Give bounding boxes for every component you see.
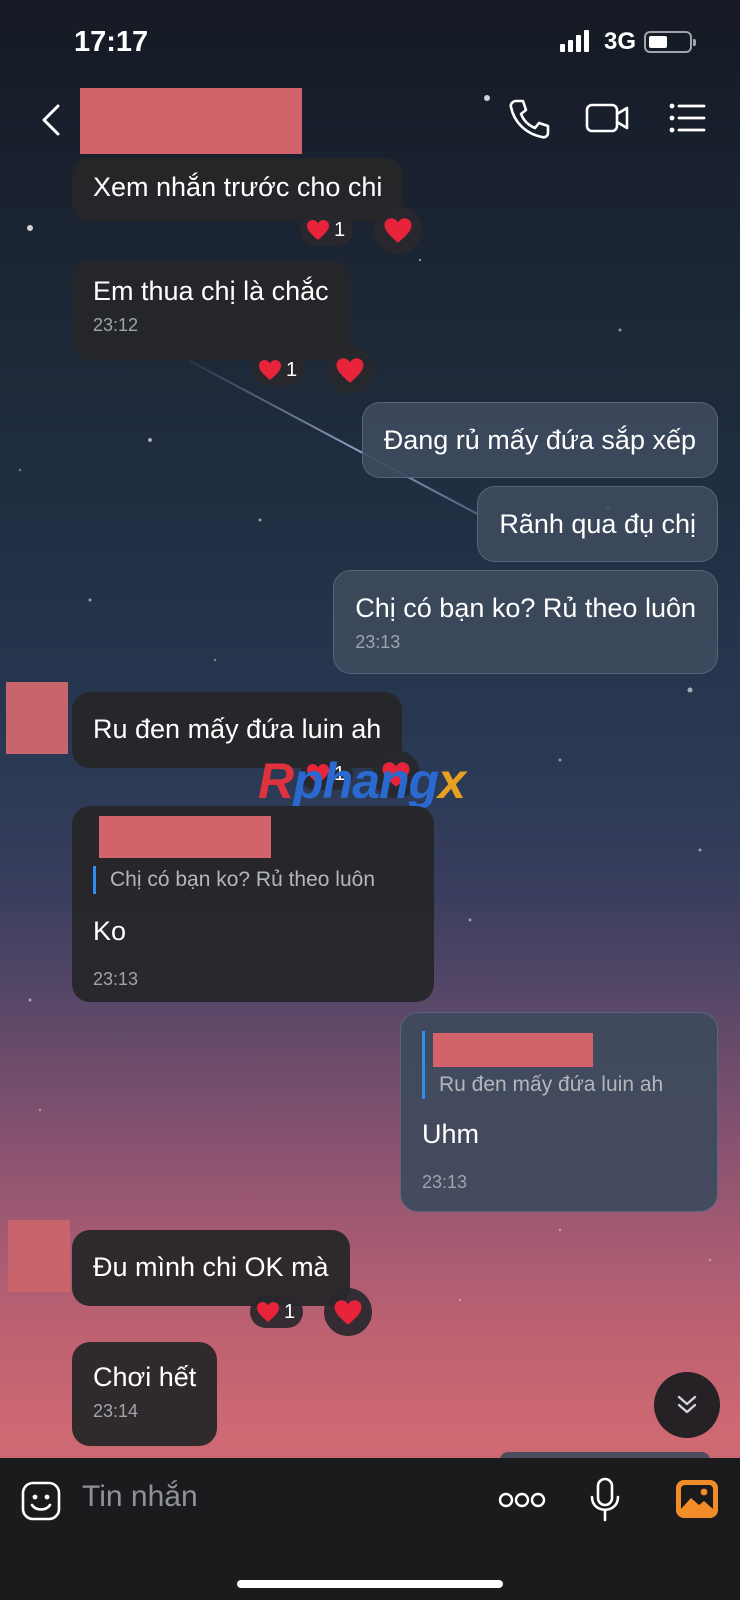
- reaction-count[interactable]: 1: [250, 1296, 304, 1328]
- emoji-sticker-icon[interactable]: [20, 1480, 62, 1522]
- react-button[interactable]: [324, 1288, 372, 1336]
- heart-icon: [384, 217, 412, 243]
- message-bubble[interactable]: Em thua chị là chắc 23:12: [72, 260, 350, 360]
- more-dots-icon[interactable]: [498, 1492, 546, 1508]
- status-bar: 17:17 3G: [0, 0, 740, 80]
- chevron-left-icon[interactable]: [34, 100, 70, 140]
- avatar[interactable]: [8, 1220, 70, 1292]
- list-menu-icon[interactable]: [666, 96, 712, 140]
- contact-name-redacted[interactable]: [80, 88, 302, 154]
- message-text: Em thua chị là chắc: [93, 276, 329, 306]
- message-bubble[interactable]: Chơi hết 23:14: [72, 1342, 218, 1446]
- message-time: 23:13: [422, 1172, 468, 1192]
- scroll-to-bottom-button[interactable]: [654, 1372, 720, 1438]
- message-bubble[interactable]: Đang rủ mấy đứa sắp xếp: [361, 402, 718, 478]
- image-gallery-icon[interactable]: [674, 1478, 720, 1520]
- network-type: 3G: [604, 28, 637, 55]
- quoted-message[interactable]: Ru đen mấy đứa luin ah: [422, 1031, 696, 1099]
- reaction-count[interactable]: 1: [300, 214, 354, 246]
- message-time: 23:13: [93, 969, 139, 989]
- message-text: Ko: [93, 916, 127, 946]
- message-time: 23:14: [93, 1401, 139, 1421]
- clock: 17:17: [74, 26, 149, 58]
- watermark-logo: Rphangx: [258, 753, 466, 809]
- reply-message-bubble[interactable]: Ru đen mấy đứa luin ah Uhm 23:13: [400, 1012, 718, 1212]
- message-text: Uhm: [422, 1119, 480, 1149]
- message-text: Đu mình chi OK mà: [93, 1252, 329, 1282]
- message-input[interactable]: Tin nhắn: [82, 1480, 198, 1514]
- quoted-message[interactable]: Chị có bạn ko? Rủ theo luôn: [93, 866, 413, 894]
- heart-icon: [334, 1299, 362, 1325]
- message-text: Rãnh qua đụ chị: [499, 509, 696, 539]
- chat-header: [0, 80, 740, 158]
- double-chevron-down-icon: [677, 1395, 697, 1414]
- heart-icon: [336, 357, 364, 383]
- microphone-icon[interactable]: [588, 1476, 622, 1524]
- reaction-count[interactable]: 1: [252, 354, 306, 386]
- message-text: Đang rủ mấy đứa sắp xếp: [383, 425, 696, 455]
- video-camera-icon[interactable]: [584, 96, 630, 140]
- message-bubble[interactable]: Chị có bạn ko? Rủ theo luôn 23:13: [333, 570, 718, 674]
- battery-icon: [644, 31, 696, 53]
- quoted-sender-redacted: [99, 816, 271, 858]
- reply-message-bubble[interactable]: Chị có bạn ko? Rủ theo luôn Ko 23:13: [72, 806, 434, 1002]
- react-button[interactable]: [326, 346, 374, 394]
- quoted-sender-redacted: [433, 1033, 593, 1067]
- react-button[interactable]: [374, 206, 422, 254]
- message-bubble[interactable]: Xem nhắn trước cho chi: [72, 158, 404, 222]
- message-bubble[interactable]: Đu mình chi OK mà: [72, 1230, 350, 1306]
- avatar[interactable]: [6, 682, 68, 754]
- message-text: Chơi hết: [93, 1362, 197, 1392]
- reaction-count-value: 1: [334, 218, 346, 241]
- reaction-count-value: 1: [284, 1300, 296, 1323]
- phone-icon[interactable]: [506, 96, 552, 140]
- message-composer: Tin nhắn: [0, 1458, 740, 1600]
- heart-icon: [257, 1302, 279, 1322]
- message-bubble[interactable]: Rãnh qua đụ chị: [477, 486, 718, 562]
- reaction-count-value: 1: [286, 358, 298, 381]
- message-time: 23:12: [93, 315, 139, 335]
- home-indicator: [237, 1580, 503, 1588]
- message-text: Xem nhắn trước cho chi: [93, 172, 383, 202]
- message-text: Ru đen mấy đứa luin ah: [93, 714, 382, 744]
- heart-icon: [259, 360, 281, 380]
- heart-icon: [307, 220, 329, 240]
- message-time: 23:13: [355, 632, 401, 652]
- message-text: Chị có bạn ko? Rủ theo luôn: [355, 593, 696, 623]
- signal-icon: [560, 30, 589, 52]
- quoted-text: Ru đen mấy đứa luin ah: [439, 1073, 664, 1096]
